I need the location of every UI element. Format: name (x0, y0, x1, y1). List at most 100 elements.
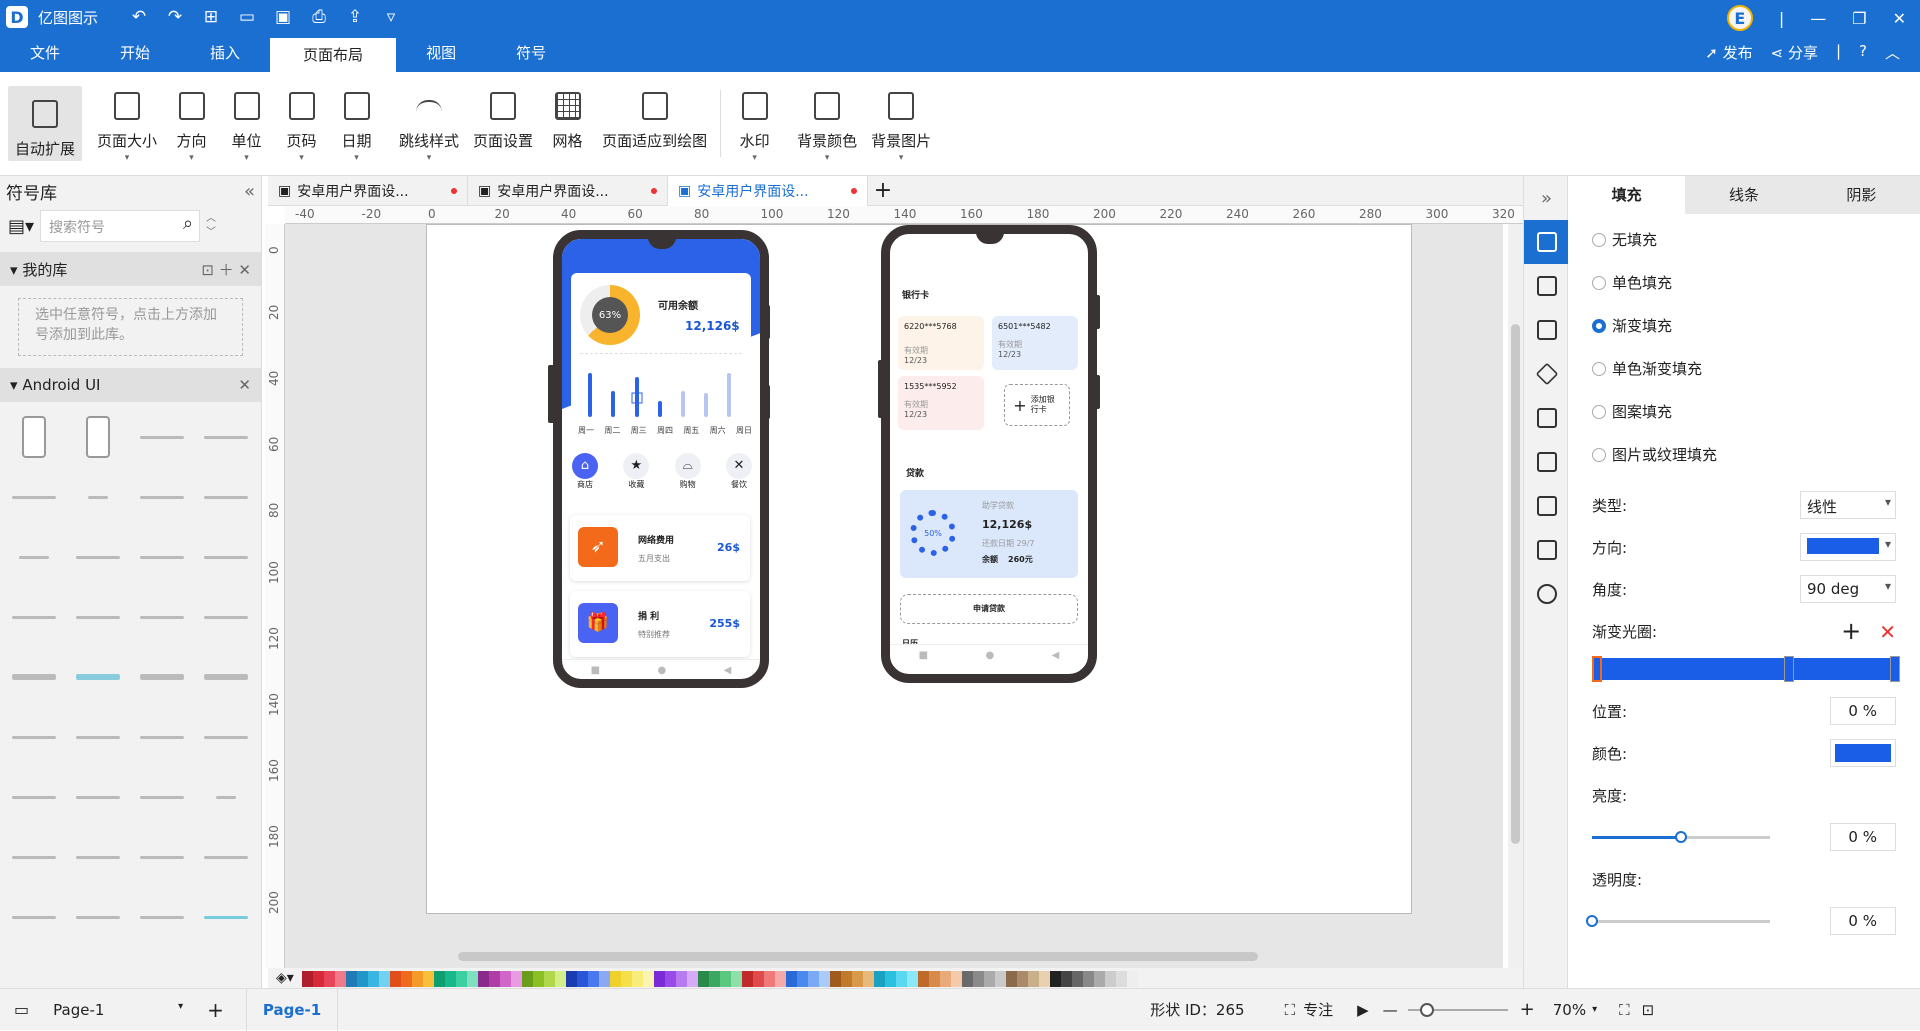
brightness-input[interactable]: 0 % (1830, 823, 1896, 851)
fill-option-image[interactable]: 图片或纹理填充 (1568, 433, 1920, 476)
shape-item[interactable] (132, 830, 192, 884)
drawing-page[interactable]: 63% 可用余额 12,126$ 周一 周二 周三 周四 周五 周六 周日 ⌂ … (426, 224, 1412, 914)
color-swatch[interactable] (962, 971, 973, 987)
color-swatch[interactable] (896, 971, 907, 987)
color-swatch[interactable] (819, 971, 830, 987)
add-page-button[interactable]: + (207, 998, 224, 1022)
bg-image-button[interactable]: 背景图片 ▾ (864, 72, 938, 175)
zoom-slider[interactable] (1407, 1002, 1508, 1017)
page-tab[interactable]: Page-1 (245, 988, 339, 1031)
color-swatch[interactable] (555, 971, 566, 987)
layers-tool-button[interactable] (1524, 352, 1569, 396)
shape-item[interactable] (4, 530, 64, 584)
library-menu-icon[interactable]: ▤▾ (8, 216, 34, 237)
brightness-slider[interactable] (1592, 830, 1770, 843)
shape-item[interactable] (196, 770, 256, 824)
print-icon[interactable]: ⎙ (308, 7, 330, 27)
shape-item[interactable] (4, 710, 64, 764)
color-swatch[interactable] (313, 971, 324, 987)
shape-item[interactable] (196, 530, 256, 584)
shape-item[interactable] (132, 590, 192, 644)
expense-row[interactable]: 🎁 捐 利 特别推荐 255$ (570, 591, 750, 657)
direction-select[interactable] (1800, 533, 1896, 561)
tab-line[interactable]: 线条 (1685, 176, 1802, 214)
fill-tool-button[interactable] (1524, 220, 1569, 264)
color-swatch[interactable] (1006, 971, 1017, 987)
page-number-button[interactable]: 页码 ▾ (274, 72, 329, 175)
shape-item[interactable] (68, 590, 128, 644)
focus-label[interactable]: 专注 (1303, 999, 1333, 1020)
menu-file[interactable]: 文件 (0, 34, 90, 72)
doc-tab[interactable]: ▣ 安卓用户界面设... (468, 176, 668, 206)
color-swatch[interactable] (863, 971, 874, 987)
color-swatch[interactable] (401, 971, 412, 987)
collapse-ribbon-icon[interactable]: ︿ (1885, 42, 1900, 63)
android-ui-section[interactable]: ▾ Android UI ✕ (0, 368, 261, 402)
shape-item[interactable] (68, 530, 128, 584)
shape-item[interactable] (132, 470, 192, 524)
watermark-button[interactable]: 水印 ▾ (727, 72, 782, 175)
gradient-bar[interactable] (1592, 656, 1900, 682)
menu-view[interactable]: 视图 (396, 34, 486, 72)
add-stop-icon[interactable]: + (1841, 617, 1861, 645)
page-size-button[interactable]: 页面大小 ▾ (90, 72, 164, 175)
customize-icon[interactable]: ▿ (380, 7, 402, 27)
shape-item[interactable] (4, 590, 64, 644)
color-swatch[interactable] (599, 971, 610, 987)
color-swatch[interactable] (786, 971, 797, 987)
data-tool-button[interactable] (1524, 440, 1569, 484)
shape-item[interactable] (196, 710, 256, 764)
favorite-item[interactable]: ★ 收藏 (623, 453, 650, 490)
color-swatch[interactable] (357, 971, 368, 987)
color-swatch[interactable] (467, 971, 478, 987)
color-swatch[interactable] (445, 971, 456, 987)
color-swatch[interactable] (588, 971, 599, 987)
angle-input[interactable]: 90 deg (1800, 575, 1896, 603)
dropdown-icon[interactable]: ▾ (1592, 1004, 1597, 1015)
jump-line-button[interactable]: 跳线样式 ▾ (392, 72, 466, 175)
history-tool-button[interactable] (1524, 572, 1569, 616)
color-swatch[interactable] (918, 971, 929, 987)
color-swatch[interactable] (1116, 971, 1127, 987)
shape-item[interactable] (132, 710, 192, 764)
color-swatch[interactable] (302, 971, 313, 987)
vertical-scrollbar[interactable] (1508, 224, 1523, 968)
expand-panel-icon[interactable]: » (1524, 176, 1569, 220)
shape-item[interactable] (68, 830, 128, 884)
image-tool-button[interactable] (1524, 308, 1569, 352)
color-swatch[interactable] (676, 971, 687, 987)
color-swatch[interactable] (984, 971, 995, 987)
color-swatch[interactable] (775, 971, 786, 987)
color-swatch[interactable] (1061, 971, 1072, 987)
orientation-button[interactable]: 方向 ▾ (164, 72, 219, 175)
color-swatch[interactable] (610, 971, 621, 987)
color-swatch[interactable] (379, 971, 390, 987)
shape-item[interactable] (4, 650, 64, 704)
brightness-knob[interactable] (1675, 830, 1687, 843)
color-swatch[interactable] (852, 971, 863, 987)
color-swatch[interactable] (929, 971, 940, 987)
color-swatch[interactable] (907, 971, 918, 987)
color-swatch[interactable] (1105, 971, 1116, 987)
color-swatch[interactable] (753, 971, 764, 987)
color-swatch[interactable] (797, 971, 808, 987)
color-swatch[interactable] (687, 971, 698, 987)
home-icon[interactable]: ● (985, 650, 994, 661)
shape-item[interactable] (4, 770, 64, 824)
fill-option-pattern[interactable]: 图案填充 (1568, 390, 1920, 433)
shape-phone[interactable] (4, 410, 64, 464)
color-swatch[interactable] (654, 971, 665, 987)
add-card-button[interactable]: + 添加银行卡 (1004, 384, 1070, 426)
color-swatch[interactable] (1039, 971, 1050, 987)
color-swatch[interactable] (632, 971, 643, 987)
shape-item[interactable] (4, 470, 64, 524)
shape-item[interactable] (196, 470, 256, 524)
focus-icon[interactable]: ⛶ (1285, 1001, 1296, 1019)
fill-option-single-gradient[interactable]: 单色渐变填充 (1568, 347, 1920, 390)
fill-option-gradient[interactable]: 渐变填充 (1568, 304, 1920, 347)
share-button[interactable]: ⋖ 分享 (1771, 42, 1818, 63)
color-swatch[interactable] (434, 971, 445, 987)
color-swatch[interactable] (566, 971, 577, 987)
color-swatch[interactable] (1094, 971, 1105, 987)
doc-tab[interactable]: ▣ 安卓用户界面设... (268, 176, 468, 206)
